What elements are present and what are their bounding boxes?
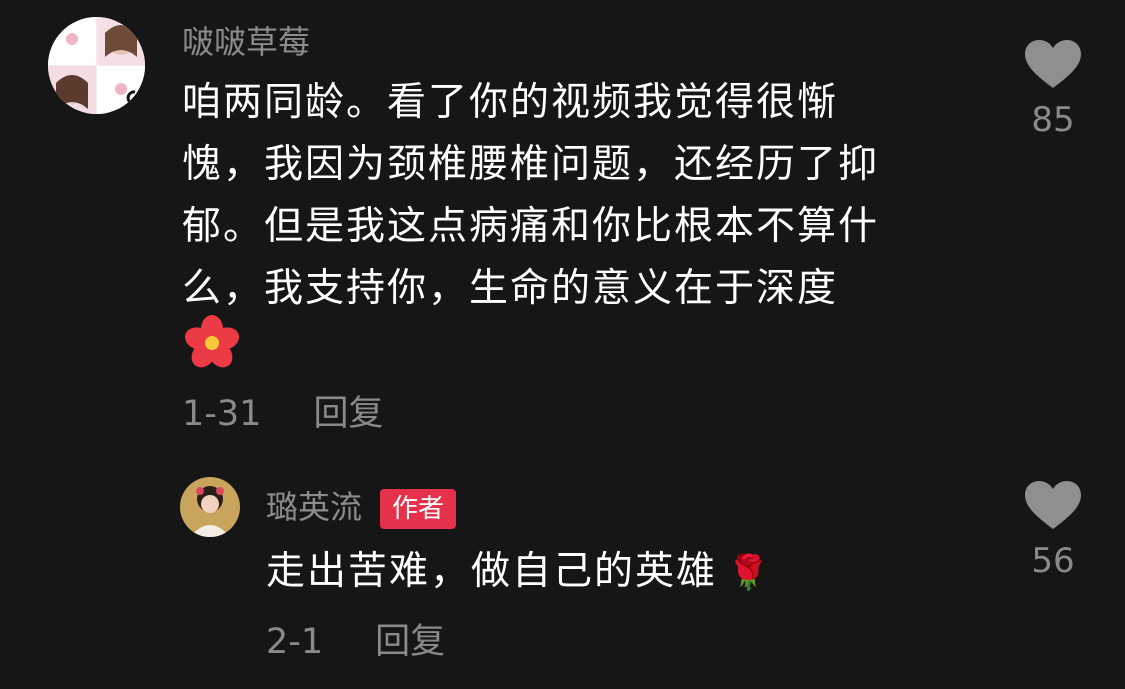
reply-text-row: 走出苦难，做自己的英雄 🌹 <box>266 541 771 604</box>
reply-avatar[interactable] <box>180 477 240 537</box>
heart-icon <box>1025 40 1081 88</box>
comment-reply-button[interactable]: 回复 <box>313 394 383 434</box>
comment-username[interactable]: 啵啵草莓 <box>182 22 310 62</box>
comment-like-count: 85 <box>1031 100 1075 140</box>
reply-username-row: 璐英流 作者 <box>266 487 457 529</box>
comment-meta: 1-31 回复 <box>182 394 383 434</box>
rose-emoji: 🌹 <box>727 553 772 593</box>
comment-text-line: 么，我支持你，生命的意义在于深度 <box>182 266 839 311</box>
comment-text-line: 咱两同龄。看了你的视频我觉得很惭 <box>182 80 839 125</box>
comment-date: 1-31 <box>182 394 262 434</box>
reply-text-content: 走出苦难，做自己的英雄 <box>266 549 718 594</box>
reply-date: 2-1 <box>266 622 324 662</box>
reply-reply-button[interactable]: 回复 <box>375 622 445 662</box>
reply-meta: 2-1 回复 <box>266 622 445 662</box>
reply-username[interactable]: 璐英流 <box>266 488 362 526</box>
reply-text: 走出苦难，做自己的英雄 🌹 <box>266 541 771 604</box>
flower-emoji <box>182 315 242 371</box>
comment-text: 咱两同龄。看了你的视频我觉得很惭 愧，我因为颈椎腰椎问题，还经历了抑 郁。但是我… <box>182 72 879 320</box>
reply-like-button[interactable]: 56 <box>1013 481 1093 581</box>
comment-like-button[interactable]: 85 <box>1013 40 1093 140</box>
reply-like-count: 56 <box>1031 541 1075 581</box>
comment-avatar[interactable] <box>48 17 145 114</box>
heart-icon <box>1025 481 1081 529</box>
comment-text-line: 郁。但是我这点病痛和你比根本不算什 <box>182 204 880 249</box>
comment-text-line: 愧，我因为颈椎腰椎问题，还经历了抑 <box>182 142 880 187</box>
author-badge: 作者 <box>380 489 457 529</box>
